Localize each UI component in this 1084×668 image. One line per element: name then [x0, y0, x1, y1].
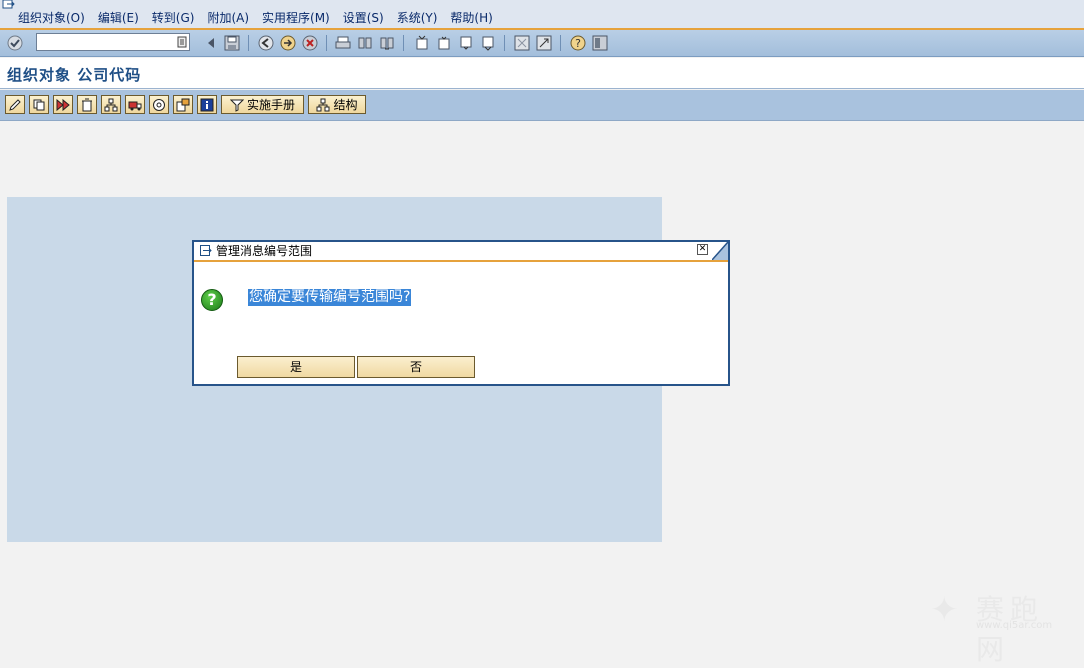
command-field[interactable]	[36, 33, 190, 51]
menu-org-objects[interactable]: 组织对象(O)	[18, 11, 85, 26]
delete-button[interactable]	[77, 95, 97, 114]
edit-button[interactable]	[5, 95, 25, 114]
document-key-icon	[176, 98, 190, 111]
save-icon[interactable]	[223, 34, 241, 52]
menu-system[interactable]: 系统(Y)	[397, 11, 438, 26]
svg-text:?: ?	[575, 37, 581, 50]
forward-icon	[56, 98, 70, 111]
window-menu-icon[interactable]	[2, 0, 16, 10]
info-button[interactable]	[197, 95, 217, 114]
dialog-message: 您确定要传输编号范围吗?	[248, 289, 412, 306]
first-page-icon[interactable]	[413, 34, 431, 52]
menu-help[interactable]: 帮助(H)	[450, 11, 492, 26]
structure-button[interactable]: 结构	[308, 95, 366, 114]
menu-edit[interactable]: 编辑(E)	[98, 11, 139, 26]
dropdown-icon[interactable]	[177, 36, 187, 48]
trash-icon	[82, 98, 92, 111]
watermark-url: www.qi5ar.com	[976, 620, 1053, 631]
help-icon[interactable]: ?	[569, 34, 587, 52]
pencil-icon	[9, 98, 21, 111]
shortcut-icon[interactable]	[535, 34, 553, 52]
confirm-dialog: 管理消息编号范围 ✕ ? 您确定要传输编号范围吗? 是 否	[192, 240, 730, 386]
other-object-button[interactable]	[173, 95, 193, 114]
transport-button[interactable]	[125, 95, 145, 114]
structure-icon	[316, 98, 330, 111]
no-button[interactable]: 否	[357, 356, 475, 378]
corner-decoration	[712, 242, 728, 260]
find-icon[interactable]	[356, 34, 374, 52]
question-icon: ?	[201, 289, 223, 311]
hierarchy-icon	[104, 98, 118, 111]
print-icon[interactable]	[334, 34, 352, 52]
impl-guide-button[interactable]: 实施手册	[221, 95, 304, 114]
application-toolbar: 实施手册 结构	[0, 90, 1084, 121]
dialog-title-bar[interactable]: 管理消息编号范围 ✕	[194, 242, 728, 262]
impl-guide-label: 实施手册	[246, 98, 295, 112]
command-input[interactable]	[39, 35, 179, 51]
menu-bar: 组织对象(O) 编辑(E) 转到(G) 附加(A) 实用程序(M) 设置(S) …	[0, 0, 1084, 30]
system-toolbar: ?	[0, 30, 1084, 57]
execute-button[interactable]	[53, 95, 73, 114]
dialog-menu-icon[interactable]	[200, 245, 212, 256]
previous-page-icon[interactable]	[435, 34, 453, 52]
menu-extras[interactable]: 附加(A)	[207, 11, 249, 26]
cancel-icon[interactable]	[301, 34, 319, 52]
menu-utilities[interactable]: 实用程序(M)	[262, 11, 330, 26]
settings-button[interactable]	[149, 95, 169, 114]
page-title: 组织对象 公司代码	[7, 66, 142, 84]
truck-icon	[128, 101, 142, 110]
structure-label: 结构	[333, 98, 358, 112]
layout-menu-icon[interactable]	[591, 34, 609, 52]
copy-icon	[33, 99, 45, 110]
yes-button[interactable]: 是	[237, 356, 355, 378]
close-icon[interactable]: ✕	[697, 244, 708, 255]
new-session-icon[interactable]	[513, 34, 531, 52]
last-page-icon[interactable]	[479, 34, 497, 52]
back-icon[interactable]	[257, 34, 275, 52]
enter-check-icon[interactable]	[6, 34, 24, 52]
find-next-icon[interactable]	[378, 34, 396, 52]
menu-goto[interactable]: 转到(G)	[152, 11, 195, 26]
info-icon	[200, 98, 214, 111]
screen-title-bar: 组织对象 公司代码	[0, 58, 1084, 89]
copy-button[interactable]	[29, 95, 49, 114]
gear-icon	[153, 98, 165, 111]
watermark-logo-icon: ✦	[930, 590, 959, 630]
back-arrow-icon[interactable]	[202, 34, 220, 52]
watermark: ✦ 赛跑网 www.qi5ar.com	[930, 588, 1070, 666]
hierarchy-button[interactable]	[101, 95, 121, 114]
next-page-icon[interactable]	[457, 34, 475, 52]
dialog-title: 管理消息编号范围	[216, 244, 313, 258]
exit-icon[interactable]	[279, 34, 297, 52]
filter-icon	[229, 99, 244, 112]
menu-settings[interactable]: 设置(S)	[343, 11, 384, 26]
